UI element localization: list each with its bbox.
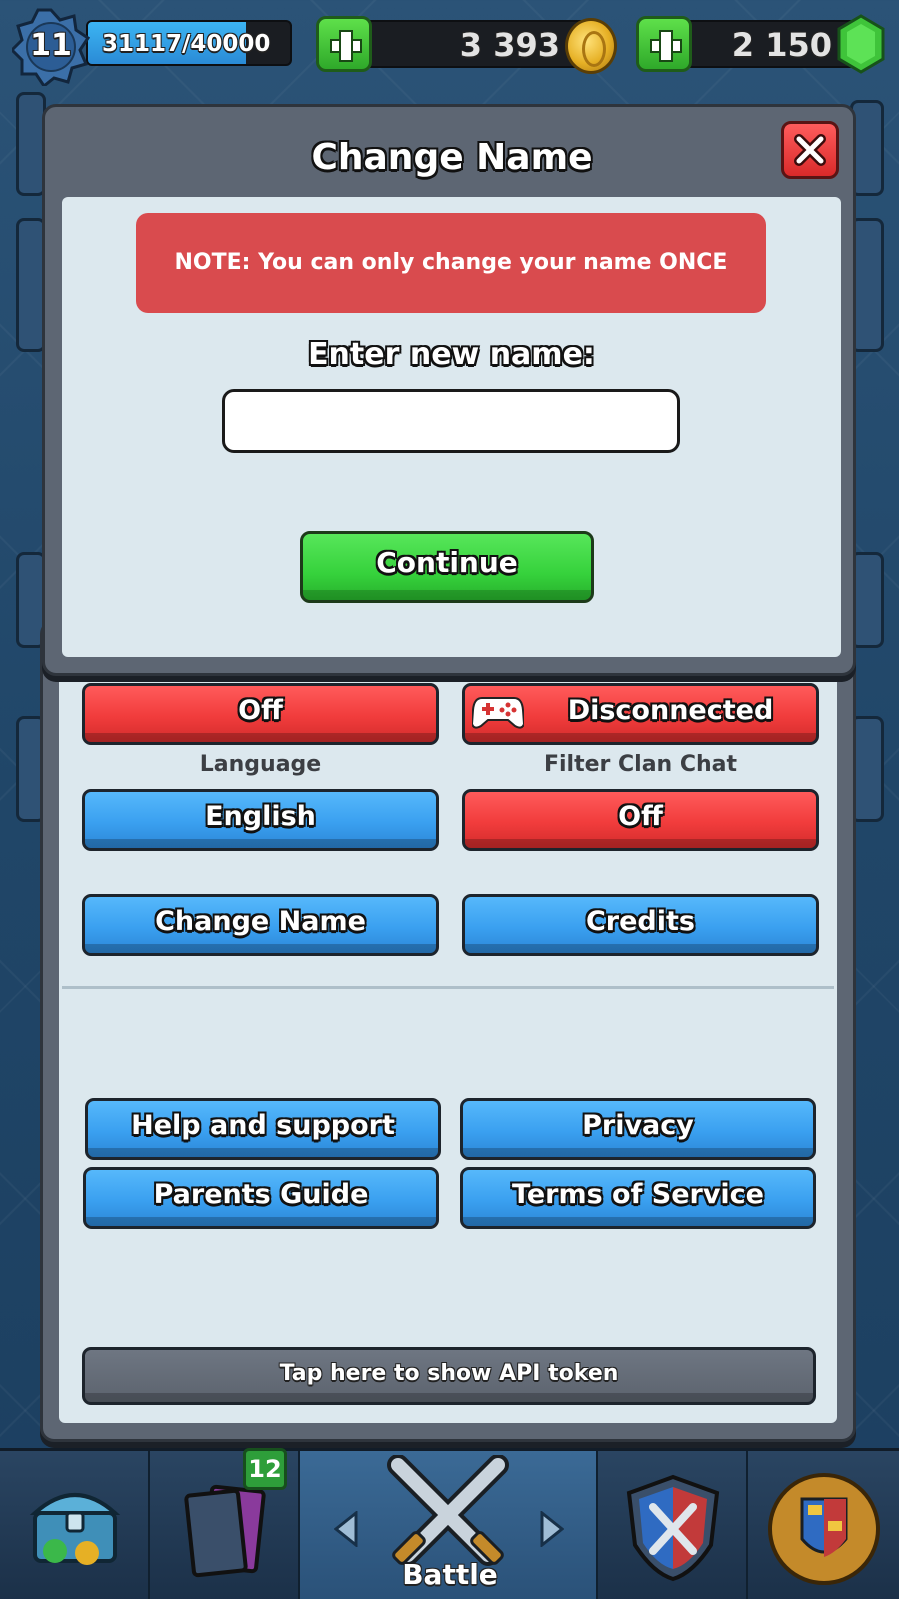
cards-count-badge: 12: [243, 1448, 287, 1490]
terms-of-service-button[interactable]: Terms of Service: [460, 1167, 816, 1229]
crossed-swords-icon: [387, 1455, 509, 1566]
cards-icon: [184, 1484, 266, 1578]
top-resource-bar: 31117/40000 11 3 393 2 150: [0, 0, 899, 90]
filter-clan-chat-button[interactable]: Off: [462, 789, 819, 851]
toggle-off-button[interactable]: Off: [82, 683, 439, 745]
enter-name-label: Enter new name:: [308, 337, 595, 372]
credits-button[interactable]: Credits: [462, 894, 819, 956]
show-api-token-button[interactable]: Tap here to show API token: [82, 1347, 816, 1405]
change-name-modal: Change Name NOTE: You can only change yo…: [42, 104, 856, 676]
gold-coin-icon: [565, 18, 617, 74]
language-label: Language: [199, 752, 322, 777]
battle-tab-label: Battle: [402, 1558, 498, 1591]
help-and-support-button[interactable]: Help and support: [85, 1098, 441, 1160]
chevron-right-icon: [540, 1511, 564, 1547]
change-name-button[interactable]: Change Name: [82, 894, 439, 956]
gamepad-icon: [472, 697, 524, 729]
modal-title: Change Name: [311, 137, 593, 178]
gems-amount: 2 150: [731, 26, 832, 64]
chevron-left-icon: [334, 1511, 358, 1547]
level-badge[interactable]: 11: [12, 8, 90, 86]
privacy-button[interactable]: Privacy: [460, 1098, 816, 1160]
name-change-warning: NOTE: You can only change your name ONCE: [136, 213, 766, 313]
filter-clan-chat-label: Filter Clan Chat: [543, 752, 738, 777]
treasure-chest-icon: [29, 1493, 121, 1565]
level-number: 11: [30, 28, 72, 63]
clan-shield-icon: [626, 1474, 720, 1582]
gold-amount: 3 393: [459, 26, 560, 64]
tab-shop[interactable]: [0, 1451, 150, 1599]
tab-tournaments[interactable]: [748, 1451, 899, 1599]
experience-bar: 31117/40000: [86, 20, 292, 66]
buy-gems-button[interactable]: [636, 16, 692, 72]
laurel-crest-icon: [768, 1473, 880, 1585]
new-name-input[interactable]: [222, 389, 680, 453]
settings-divider: [62, 986, 834, 989]
experience-text: 31117/40000: [102, 31, 271, 57]
language-button[interactable]: English: [82, 789, 439, 851]
buy-gold-button[interactable]: [316, 16, 372, 72]
tab-clan[interactable]: [598, 1451, 748, 1599]
continue-button[interactable]: Continue: [300, 531, 594, 603]
gem-icon: [837, 14, 885, 74]
close-icon: [794, 134, 826, 166]
modal-content: NOTE: You can only change your name ONCE…: [62, 197, 841, 657]
parents-guide-button[interactable]: Parents Guide: [83, 1167, 439, 1229]
close-modal-button[interactable]: [781, 121, 839, 179]
